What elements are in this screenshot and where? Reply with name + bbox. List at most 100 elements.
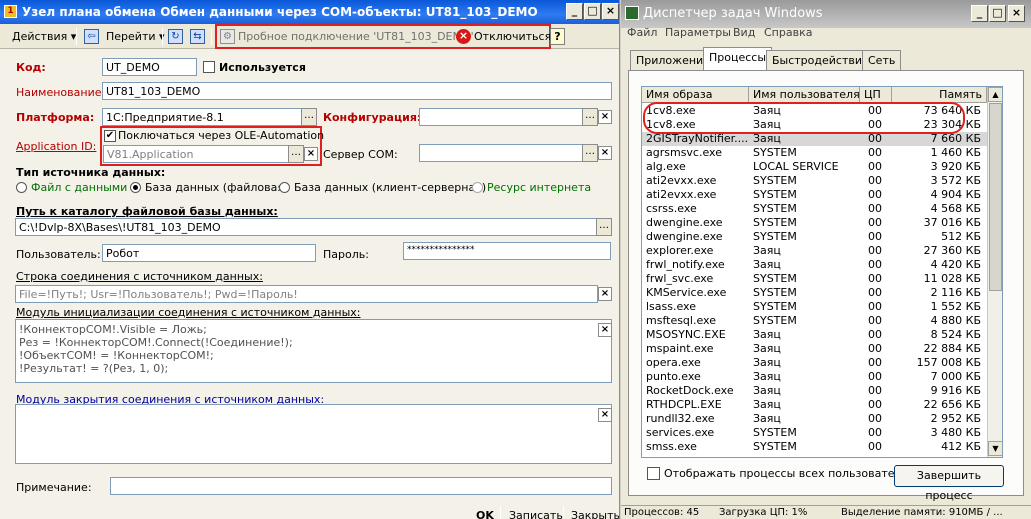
exchange-icon[interactable]: ⇆ (190, 29, 205, 44)
close-module-text[interactable] (15, 404, 612, 464)
process-row[interactable]: explorer.exe Заяц 00 27 360 КБ (642, 244, 987, 258)
arrow-left-icon[interactable]: ⇦ (84, 29, 99, 44)
process-row[interactable]: RTHDCPL.EXE Заяц 00 22 656 КБ (642, 398, 987, 412)
note-field[interactable] (110, 477, 612, 495)
com-server-field[interactable] (419, 144, 597, 162)
show-all-checkbox[interactable] (647, 467, 660, 480)
code-field[interactable]: UT_DEMO (102, 58, 197, 76)
platform-field[interactable]: 1С:Предприятие-8.1 (102, 108, 316, 126)
radio-web[interactable] (472, 182, 483, 193)
app-id-select-button[interactable]: … (288, 145, 304, 163)
refresh-icon[interactable]: ↻ (168, 29, 183, 44)
process-memory: 1 552 КБ (930, 300, 981, 313)
tm-maximize-button[interactable]: □ (989, 5, 1006, 22)
process-memory: 2 952 КБ (930, 412, 981, 425)
menu-view[interactable]: Вид (733, 26, 755, 39)
scroll-up-button[interactable]: ▲ (988, 87, 1002, 102)
disconnect-button[interactable]: Отключиться (474, 30, 551, 43)
platform-select-button[interactable]: … (301, 108, 317, 126)
tab-processes[interactable]: Процессы (703, 47, 773, 71)
process-image-name: dwengine.exe (646, 230, 723, 243)
configuration-clear-button[interactable]: × (598, 110, 612, 124)
process-cpu: 00 (868, 384, 882, 397)
help-button[interactable]: ? (550, 28, 565, 45)
maximize-button[interactable]: □ (584, 3, 601, 20)
radio-db-server[interactable] (279, 182, 290, 193)
tm-minimize-button[interactable]: _ (971, 5, 988, 22)
window-title: Узел плана обмена Обмен данными через CO… (22, 5, 538, 19)
tab-network[interactable]: Сеть (862, 50, 902, 70)
scroll-down-button[interactable]: ▼ (988, 441, 1002, 456)
radio-db-file[interactable] (130, 182, 141, 193)
menu-help[interactable]: Справка (764, 26, 812, 39)
process-row[interactable]: ati2evxx.exe SYSTEM 00 3 572 КБ (642, 174, 987, 188)
init-module-text[interactable]: !КоннекторCOM!.Visible = Ложь; Рез = !Ко… (15, 319, 612, 383)
end-process-button[interactable]: Завершить процесс (894, 465, 1004, 502)
process-image-name: punto.exe (646, 370, 701, 383)
test-connection-button[interactable]: Пробное подключение 'UT81_103_DEMO' (238, 30, 474, 43)
ole-checkbox[interactable]: ✔ (104, 130, 116, 142)
process-cpu: 00 (868, 356, 882, 369)
menu-file[interactable]: Файл (627, 26, 657, 39)
app-id-field[interactable]: V81.Application (103, 145, 289, 163)
process-row[interactable]: lsass.exe SYSTEM 00 1 552 КБ (642, 300, 987, 314)
process-row[interactable]: rundll32.exe Заяц 00 2 952 КБ (642, 412, 987, 426)
tm-close-button[interactable]: × (1008, 5, 1025, 22)
db-path-select-button[interactable]: … (596, 218, 612, 236)
app-id-clear-button[interactable]: × (304, 147, 318, 161)
process-row[interactable]: frwl_svc.exe SYSTEM 00 11 028 КБ (642, 272, 987, 286)
process-memory: 3 572 КБ (930, 174, 981, 187)
process-row[interactable]: RocketDock.exe Заяц 00 9 916 КБ (642, 384, 987, 398)
process-row[interactable]: smss.exe SYSTEM 00 412 КБ (642, 440, 987, 454)
vertical-scrollbar[interactable]: ▲ ▼ (987, 87, 1002, 457)
actions-menu[interactable]: Действия ▾ (12, 30, 76, 43)
process-cpu: 00 (868, 272, 882, 285)
password-field[interactable]: *************** (403, 242, 611, 260)
disconnect-icon[interactable]: × (456, 29, 471, 44)
ok-button[interactable]: OK (476, 509, 494, 519)
process-row[interactable]: 2GISTrayNotifier.... Заяц 00 7 660 КБ (642, 132, 987, 146)
process-row[interactable]: MSOSYNC.EXE Заяц 00 8 524 КБ (642, 328, 987, 342)
process-row[interactable]: msftesql.exe SYSTEM 00 4 880 КБ (642, 314, 987, 328)
user-field[interactable]: Робот (102, 244, 316, 262)
process-row[interactable]: agrsmsvc.exe SYSTEM 00 1 460 КБ (642, 146, 987, 160)
col-cpu[interactable]: ЦП (860, 87, 892, 103)
scroll-thumb[interactable] (989, 103, 1002, 291)
process-row[interactable]: dwengine.exe SYSTEM 00 37 016 КБ (642, 216, 987, 230)
close-window-button[interactable]: × (602, 3, 619, 20)
used-checkbox[interactable] (203, 61, 215, 73)
minimize-button[interactable]: _ (566, 3, 583, 20)
com-server-select-button[interactable]: … (582, 144, 598, 162)
process-row[interactable]: services.exe SYSTEM 00 3 480 КБ (642, 426, 987, 440)
close-module-clear-button[interactable]: × (598, 408, 612, 422)
process-row[interactable]: mspaint.exe Заяц 00 22 884 КБ (642, 342, 987, 356)
configuration-field[interactable] (419, 108, 597, 126)
conn-string-field[interactable]: File=!Путь!; Usr=!Пользователь!; Pwd=!Па… (15, 285, 598, 303)
process-row[interactable]: ati2evxx.exe SYSTEM 00 4 904 КБ (642, 188, 987, 202)
process-row[interactable]: punto.exe Заяц 00 7 000 КБ (642, 370, 987, 384)
menu-options[interactable]: Параметры (665, 26, 731, 39)
process-row[interactable]: csrss.exe SYSTEM 00 4 568 КБ (642, 202, 987, 216)
process-cpu: 00 (868, 300, 882, 313)
process-memory: 512 КБ (941, 230, 981, 243)
name-field[interactable]: UT81_103_DEMO (102, 82, 612, 100)
configuration-select-button[interactable]: … (582, 108, 598, 126)
process-row[interactable]: frwl_notify.exe Заяц 00 4 420 КБ (642, 258, 987, 272)
radio-file[interactable] (16, 182, 27, 193)
process-row[interactable]: dwengine.exe SYSTEM 00 512 КБ (642, 230, 987, 244)
goto-menu[interactable]: Перейти ▾ (106, 30, 165, 43)
col-memory[interactable]: Память (892, 87, 987, 103)
col-user-name[interactable]: Имя пользователя (749, 87, 860, 103)
db-path-field[interactable]: C:\!Dvlp-8X\Bases\!UT81_103_DEMO (15, 218, 597, 236)
process-row[interactable]: alg.exe LOCAL SERVICE 00 3 920 КБ (642, 160, 987, 174)
col-image-name[interactable]: Имя образа (642, 87, 749, 103)
save-button[interactable]: Записать (509, 509, 563, 519)
process-list[interactable]: Имя образа Имя пользователя ЦП Память 1c… (641, 86, 1003, 458)
close-button[interactable]: Закрыть (571, 509, 619, 519)
process-row[interactable]: opera.exe Заяц 00 157 008 КБ (642, 356, 987, 370)
init-module-clear-button[interactable]: × (598, 323, 612, 337)
tab-performance[interactable]: Быстродействие (766, 50, 875, 70)
com-server-clear-button[interactable]: × (598, 146, 612, 160)
process-row[interactable]: KMService.exe SYSTEM 00 2 116 КБ (642, 286, 987, 300)
conn-string-clear-button[interactable]: × (598, 287, 612, 301)
